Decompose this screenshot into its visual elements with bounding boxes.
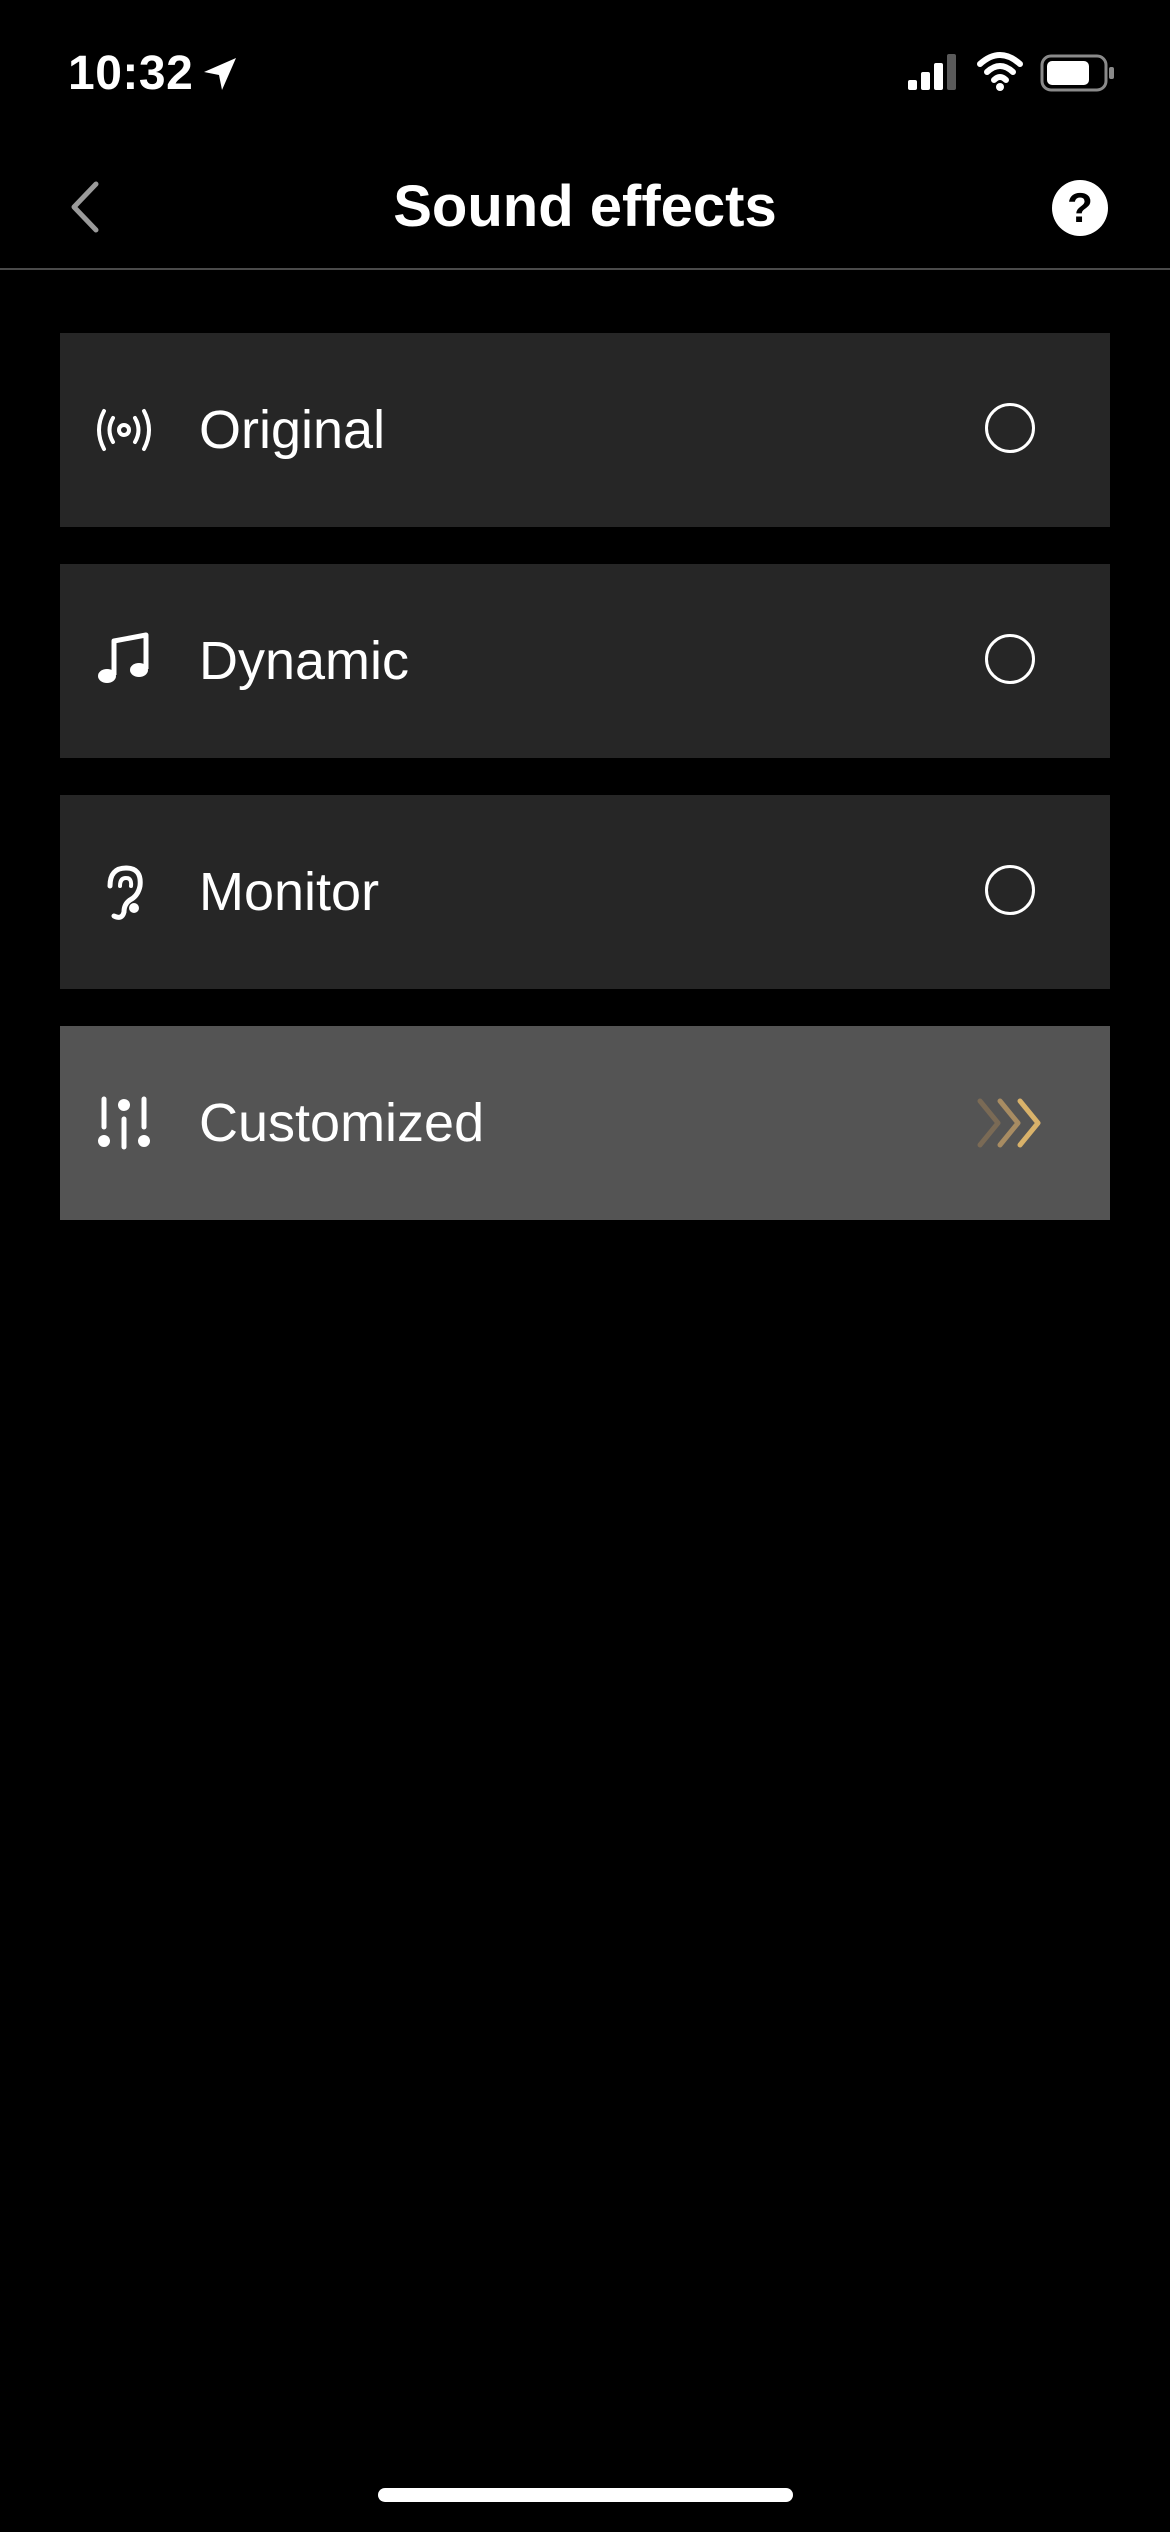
music-note-icon [98,632,149,683]
nav-bar: Sound effects ? [0,150,1170,270]
option-label: Monitor [199,862,380,922]
page-title: Sound effects [393,174,777,239]
status-time: 10:32 [68,47,194,100]
option-label: Dynamic [199,631,410,691]
option-label: Original [199,400,386,460]
option-dynamic[interactable]: Dynamic [60,564,1110,758]
ear-icon [107,865,143,920]
status-bar: 10:32 [0,0,1170,150]
option-monitor[interactable]: Monitor [60,795,1110,989]
sound-effects-list: Original Dynamic Monitor Customized [60,333,1110,1257]
home-indicator[interactable] [378,2488,793,2502]
battery-icon [1040,54,1114,92]
broadcast-icon [97,409,151,451]
sliders-icon [98,1096,150,1150]
option-original-radio[interactable] [985,403,1035,453]
location-arrow-icon [204,58,236,90]
triple-chevron-right-icon [977,1098,1041,1148]
option-label: Customized [199,1093,485,1153]
cellular-signal-icon [908,54,956,90]
option-dynamic-radio[interactable] [985,634,1035,684]
option-customized[interactable]: Customized [60,1026,1110,1220]
wifi-icon [977,52,1023,91]
option-original[interactable]: Original [60,333,1110,527]
option-monitor-radio[interactable] [985,865,1035,915]
help-button[interactable]: ? [1052,180,1108,236]
